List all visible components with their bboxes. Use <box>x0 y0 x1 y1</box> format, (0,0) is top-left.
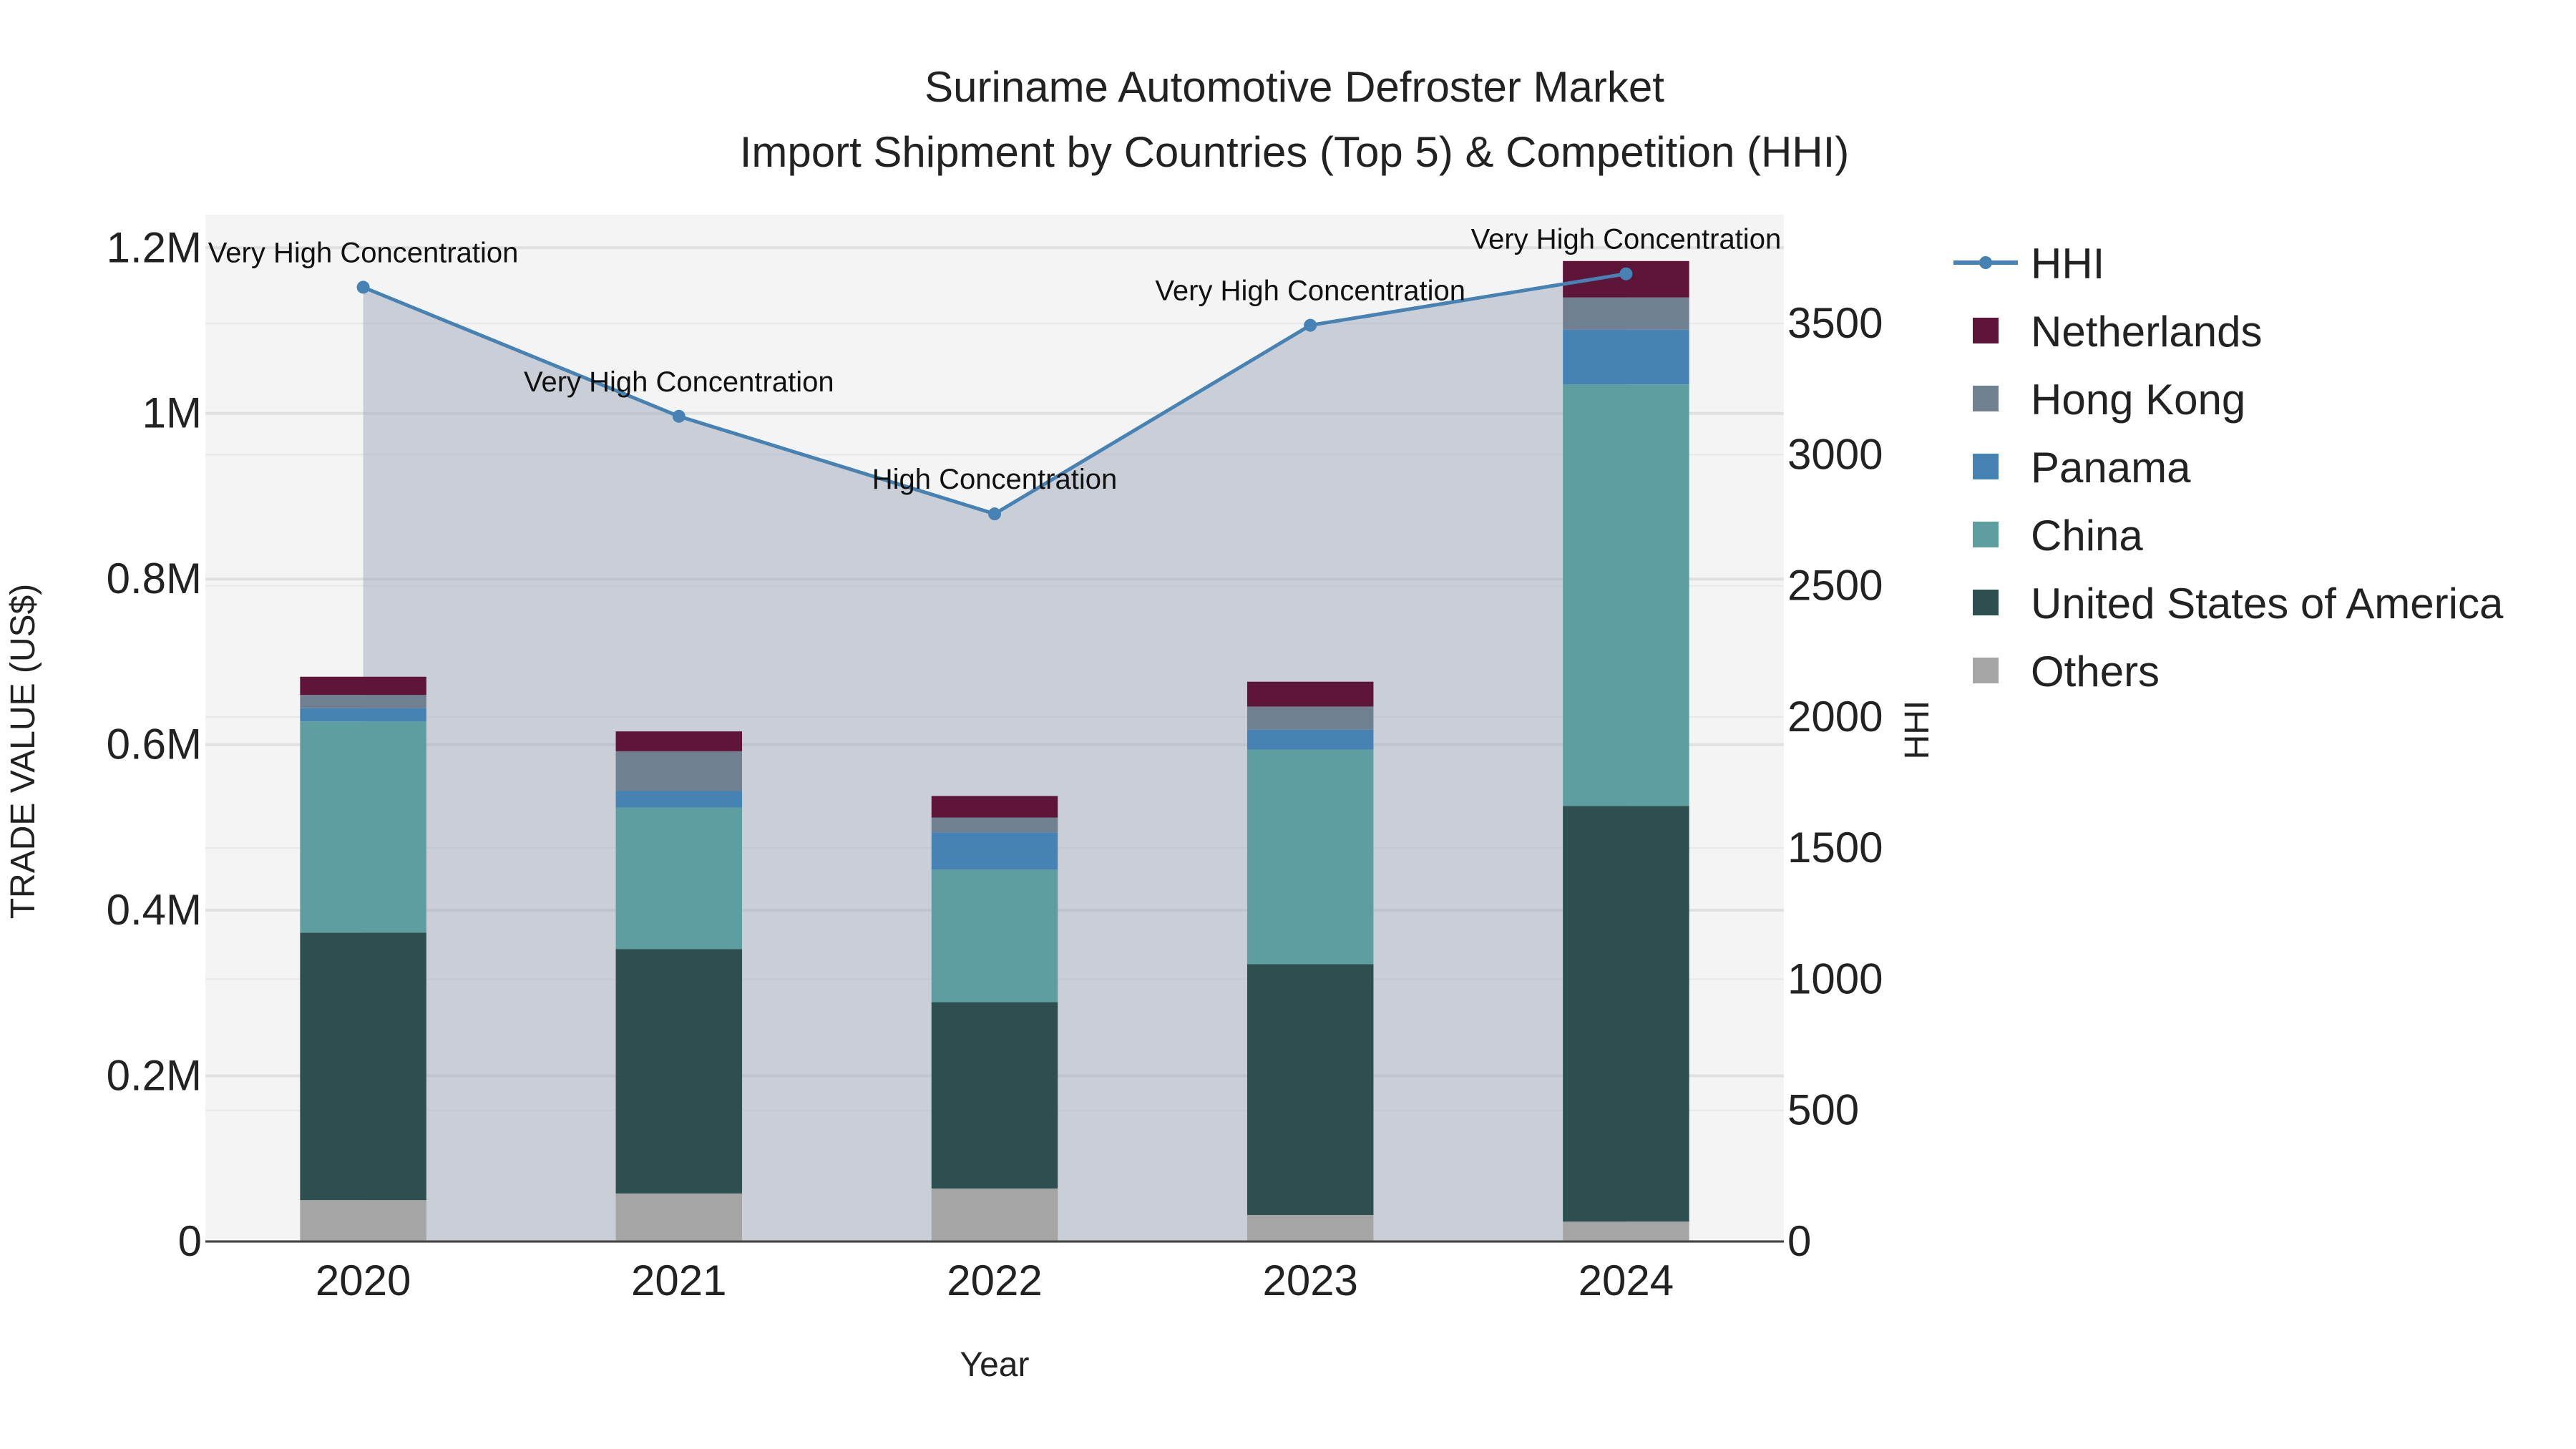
bar-united-states-of-america <box>615 949 743 1194</box>
x-tick-label: 2024 <box>1579 1257 1674 1304</box>
bar-hong-kong <box>1563 297 1689 330</box>
bar-hong-kong <box>300 695 426 708</box>
x-axis-title: Year <box>960 1346 1030 1384</box>
bar-united-states-of-america <box>1246 964 1374 1215</box>
y2-tick-label: 2000 <box>1787 693 1883 741</box>
y2-tick-label: 3500 <box>1787 299 1883 347</box>
bar-others <box>615 1193 743 1241</box>
bar-others <box>931 1188 1058 1241</box>
bar-china <box>1563 384 1689 806</box>
bar-china <box>615 807 743 950</box>
hhi-annotation: Very High Concentration <box>1471 224 1782 255</box>
hhi-point <box>356 280 370 294</box>
legend-hhi-marker-icon <box>1979 256 1992 269</box>
x-tick-label: 2021 <box>631 1257 726 1304</box>
bar-netherlands <box>615 731 743 751</box>
legend-label: Hong Kong <box>2031 376 2245 424</box>
hhi-point <box>1304 318 1317 332</box>
y-tick-label: 1.2M <box>107 223 202 271</box>
hhi-point <box>1619 267 1633 280</box>
bar-panama <box>300 708 426 722</box>
x-tick-label: 2020 <box>316 1257 411 1304</box>
bar-others <box>1563 1221 1689 1241</box>
bar-panama <box>1246 729 1374 750</box>
bar-united-states-of-america <box>1563 806 1689 1222</box>
bar-united-states-of-america <box>931 1002 1058 1189</box>
bar-china <box>931 869 1058 1002</box>
bar-china <box>1246 749 1374 965</box>
y2-tick-label: 0 <box>1787 1217 1811 1265</box>
hhi-annotation: Very High Concentration <box>524 366 834 398</box>
hhi-point <box>672 409 686 423</box>
legend-label: China <box>2031 512 2143 560</box>
bar-others <box>1246 1214 1374 1241</box>
legend-label: HHI <box>2031 240 2104 288</box>
chart: Suriname Automotive Defroster Market Imp… <box>4 63 2504 1384</box>
legend-label: Panama <box>2031 444 2191 492</box>
hhi-annotation: High Concentration <box>872 464 1117 495</box>
y2-tick-label: 2500 <box>1787 562 1883 610</box>
bar-panama <box>615 791 743 808</box>
y2-axis-title: HHI <box>1898 701 1936 760</box>
legend-swatch-icon <box>1973 522 1999 547</box>
y-axis-title: TRADE VALUE (US$) <box>4 584 42 919</box>
bar-united-states-of-america <box>300 932 426 1201</box>
y-tick-label: 1M <box>142 389 202 437</box>
chart-subtitle: Import Shipment by Countries (Top 5) & C… <box>740 128 1850 176</box>
y-tick-label: 0.8M <box>107 555 202 602</box>
legend-label: United States of America <box>2031 580 2504 628</box>
legend-swatch-icon <box>1973 454 1999 479</box>
legend-swatch-icon <box>1973 318 1999 343</box>
legend-swatch-icon <box>1973 658 1999 683</box>
bar-netherlands <box>931 796 1058 818</box>
y2-tick-label: 3000 <box>1787 430 1883 478</box>
x-tick-label: 2022 <box>947 1257 1042 1304</box>
hhi-point <box>988 507 1001 521</box>
bar-others <box>300 1200 426 1241</box>
bar-netherlands <box>1246 681 1374 707</box>
bar-hong-kong <box>1246 706 1374 730</box>
x-tick-label: 2023 <box>1262 1257 1357 1304</box>
y2-tick-label: 1000 <box>1787 955 1883 1002</box>
bar-panama <box>1563 329 1689 385</box>
legend-swatch-icon <box>1973 590 1999 615</box>
y-tick-label: 0.2M <box>107 1052 202 1100</box>
bar-panama <box>931 832 1058 870</box>
legend-label: Netherlands <box>2031 308 2263 356</box>
bar-hong-kong <box>931 817 1058 833</box>
legend-label: Others <box>2031 648 2160 696</box>
y-tick-label: 0.4M <box>107 886 202 934</box>
y-tick-label: 0.6M <box>107 721 202 769</box>
bar-hong-kong <box>615 751 743 791</box>
legend-swatch-icon <box>1973 386 1999 411</box>
y2-tick-label: 500 <box>1787 1086 1859 1134</box>
bar-netherlands <box>300 676 426 696</box>
chart-title: Suriname Automotive Defroster Market <box>924 63 1664 111</box>
y2-tick-label: 1500 <box>1787 824 1883 872</box>
hhi-annotation: Very High Concentration <box>1155 275 1465 307</box>
hhi-annotation: Very High Concentration <box>208 237 519 268</box>
y-tick-label: 0 <box>178 1217 202 1265</box>
bar-china <box>300 721 426 933</box>
